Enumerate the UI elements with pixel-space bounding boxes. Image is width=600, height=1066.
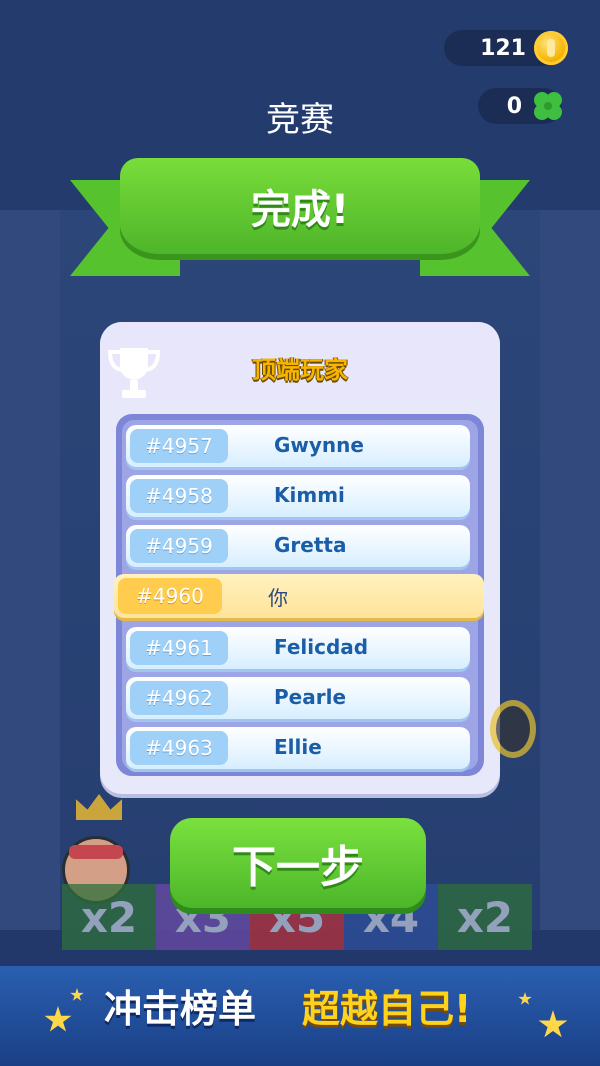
row-rank: #4957 bbox=[130, 429, 228, 463]
complete-label: 完成! bbox=[250, 187, 350, 233]
next-step-label: 下一步 bbox=[232, 842, 364, 893]
row-player-name: Ellie bbox=[274, 735, 322, 759]
row-player-name: Felicdad bbox=[274, 635, 369, 659]
row-player-name: Gwynne bbox=[274, 433, 364, 457]
gold-coin-icon bbox=[534, 31, 568, 65]
complete-ribbon: 完成! bbox=[120, 158, 480, 254]
leaderboard-row: #4958 Kimmi bbox=[126, 475, 470, 517]
leaderboard-row: #4957 Gwynne bbox=[126, 425, 470, 467]
row-player-name: 你 bbox=[268, 586, 288, 610]
row-rank: #4958 bbox=[130, 479, 228, 513]
promo-text-primary: 冲击榜单 bbox=[104, 987, 257, 1031]
row-player-name: Kimmi bbox=[274, 483, 345, 507]
row-rank: #4959 bbox=[130, 529, 228, 563]
leaderboard-row-current-player: #4960 你 bbox=[114, 574, 484, 618]
leaderboard-title: 顶端玩家 bbox=[252, 356, 348, 384]
next-step-button[interactable]: 下一步 bbox=[170, 818, 426, 908]
leaderboard-row: #4961 Felicdad bbox=[126, 627, 470, 669]
ring-icon bbox=[490, 700, 536, 758]
row-rank: #4960 bbox=[118, 578, 222, 614]
leaderboard-header: 顶端玩家 bbox=[100, 322, 500, 400]
star-icon bbox=[44, 1006, 72, 1032]
promo-text-highlight: 超越自己! bbox=[302, 987, 472, 1031]
row-rank: #4963 bbox=[130, 731, 228, 765]
star-icon bbox=[518, 992, 532, 1005]
star-icon bbox=[538, 1010, 568, 1038]
screen-title: 竞赛 bbox=[266, 100, 334, 140]
row-rank: #4962 bbox=[130, 681, 228, 715]
row-rank: #4961 bbox=[130, 631, 228, 665]
leaderboard-row: #4962 Pearle bbox=[126, 677, 470, 719]
leaderboard-row: #4963 Ellie bbox=[126, 727, 470, 769]
row-player-name: Gretta bbox=[274, 533, 347, 557]
row-player-name: Pearle bbox=[274, 685, 347, 709]
star-icon bbox=[70, 988, 84, 1001]
coin-counter[interactable]: 121 bbox=[444, 30, 568, 66]
multiplier-slot: x2 bbox=[62, 884, 156, 950]
leaderboard-row: #4959 Gretta bbox=[126, 525, 470, 567]
multiplier-slot: x2 bbox=[438, 884, 532, 950]
coin-count: 121 bbox=[480, 35, 526, 61]
promo-banner: 冲击榜单 超越自己! bbox=[0, 966, 600, 1066]
